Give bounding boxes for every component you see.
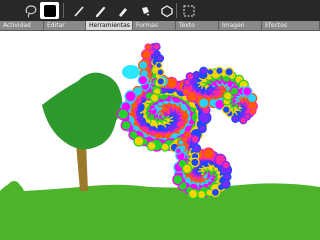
shapes-icon[interactable] <box>158 2 176 19</box>
rainbow-dot <box>155 54 165 63</box>
rainbow-dot <box>137 60 149 71</box>
grass-drawing <box>0 182 320 240</box>
tree-foliage-drawing <box>42 72 123 150</box>
rainbow-dot <box>231 114 240 123</box>
tab-bar: Actividad Editar Herramientas Formas Tex… <box>0 21 320 31</box>
rainbow-dot <box>223 172 232 182</box>
brush-icon[interactable] <box>92 2 110 19</box>
rainbow-dot <box>187 188 199 200</box>
toolbar-separator <box>63 3 64 18</box>
rainbow-dot <box>224 67 234 77</box>
select-icon[interactable] <box>180 2 198 19</box>
eraser-icon[interactable] <box>114 2 132 19</box>
rainbow-dot <box>137 74 149 86</box>
rainbow-dot <box>156 76 166 86</box>
rainbow-dot <box>140 49 152 60</box>
color-swatch-button[interactable] <box>40 2 59 19</box>
rainbow-dot <box>221 179 231 189</box>
rainbow-dot <box>160 142 170 152</box>
tab-efectos[interactable]: Efectos <box>262 21 320 30</box>
canvas-drawing <box>0 42 320 240</box>
tab-herramientas[interactable]: Herramientas <box>86 21 133 30</box>
rainbow-dot <box>185 72 195 81</box>
rainbow-dot <box>202 147 215 160</box>
pencil-icon[interactable] <box>70 2 88 19</box>
rainbow-dot <box>241 86 253 97</box>
rainbow-dot <box>149 93 160 103</box>
rainbow-dot <box>199 66 208 76</box>
rainbow-dot <box>206 67 215 76</box>
rainbow-dot <box>192 143 202 153</box>
tab-formas[interactable]: Formas <box>133 21 176 30</box>
rainbow-dot <box>144 43 152 51</box>
rainbow-dot <box>197 97 210 109</box>
rainbow-dot <box>190 157 200 168</box>
rainbow-head <box>122 65 140 79</box>
tree-trunk-drawing <box>76 143 88 191</box>
rainbow-dot <box>215 66 224 76</box>
bucket-icon[interactable] <box>136 2 154 19</box>
current-color-swatch <box>43 4 56 17</box>
tab-actividad[interactable]: Actividad <box>0 21 44 30</box>
rainbow-dot <box>221 105 231 115</box>
rainbow-dot <box>124 90 137 103</box>
rainbow-dot <box>155 61 163 70</box>
rainbow-dot <box>177 139 185 147</box>
rainbow-dot <box>222 91 233 101</box>
lasso-icon[interactable] <box>22 2 40 19</box>
rainbow-dot <box>190 134 200 144</box>
rainbow-dot <box>221 160 231 170</box>
rainbow-dot <box>146 140 157 152</box>
toolbar-separator <box>176 3 177 18</box>
rainbow-dot <box>120 119 132 131</box>
rainbow-dot <box>172 173 184 186</box>
rainbow-dot <box>152 42 161 51</box>
tab-texto[interactable]: Texto <box>176 21 219 30</box>
rainbow-dot <box>196 189 207 200</box>
rainbow-dot <box>116 108 130 121</box>
rainbow-dot <box>197 124 207 134</box>
rainbow-creatures-drawing <box>116 42 258 200</box>
tab-editar[interactable]: Editar <box>44 21 86 30</box>
rainbow-dot <box>239 116 248 125</box>
rainbow-dot <box>210 187 221 198</box>
rainbow-dot <box>174 147 183 155</box>
main-toolbar <box>0 0 320 21</box>
rainbow-dot <box>156 68 165 77</box>
rainbow-dot <box>183 130 192 139</box>
drawing-canvas[interactable] <box>0 31 320 240</box>
rainbow-dot <box>181 163 193 175</box>
rainbow-dot <box>133 135 145 147</box>
tab-imagen[interactable]: Imagen <box>219 21 262 30</box>
rainbow-dot <box>182 87 191 96</box>
rainbow-dot <box>249 107 257 115</box>
